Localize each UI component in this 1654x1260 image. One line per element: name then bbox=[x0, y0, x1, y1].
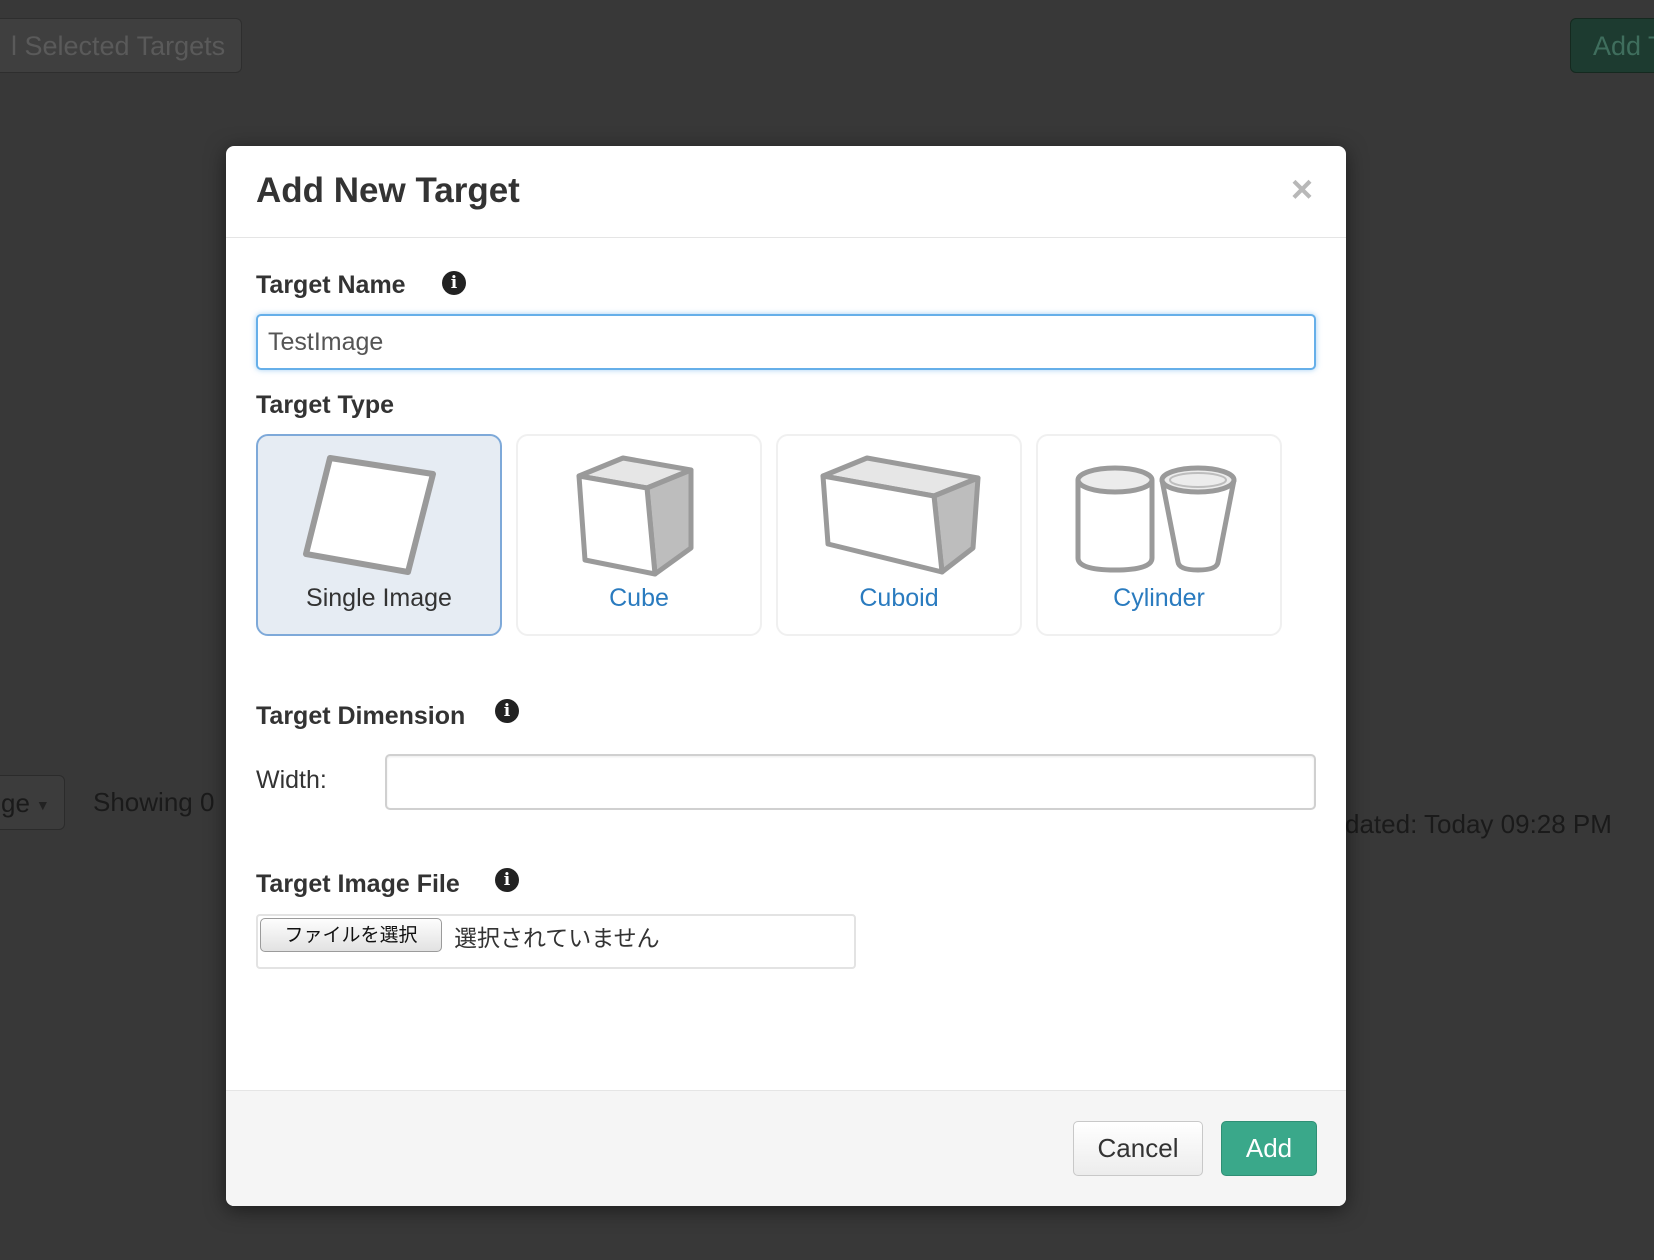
target-name-input[interactable] bbox=[256, 314, 1316, 370]
target-type-cylinder[interactable]: Cylinder bbox=[1036, 434, 1282, 636]
target-type-label-cylinder: Cylinder bbox=[1113, 584, 1205, 612]
target-image-file-info-icon[interactable]: i bbox=[495, 868, 519, 892]
file-chooser: ファイルを選択 選択されていません bbox=[256, 914, 856, 969]
modal-header: Add New Target × bbox=[226, 146, 1346, 238]
showing-count-text: Showing 0 bbox=[93, 787, 215, 817]
target-type-label-cuboid: Cuboid bbox=[859, 584, 939, 612]
delete-selected-targets-button: l Selected Targets bbox=[0, 18, 242, 73]
target-type-cube[interactable]: Cube bbox=[516, 434, 762, 636]
caret-down-icon: ▼ bbox=[35, 796, 50, 813]
target-image-file-label: Target Image File bbox=[256, 870, 460, 898]
target-type-label-cube: Cube bbox=[609, 584, 669, 612]
cancel-button[interactable]: Cancel bbox=[1073, 1121, 1203, 1176]
target-dimension-info-icon[interactable]: i bbox=[495, 699, 519, 723]
target-type-cuboid[interactable]: Cuboid bbox=[776, 434, 1022, 636]
target-name-label: Target Name bbox=[256, 271, 406, 299]
target-name-info-icon[interactable]: i bbox=[442, 271, 466, 295]
modal-footer: Cancel Add bbox=[226, 1090, 1346, 1206]
target-type-label: Target Type bbox=[256, 391, 394, 419]
modal-title: Add New Target bbox=[256, 171, 520, 210]
last-updated-text: dated: Today 09:28 PM bbox=[1345, 809, 1612, 839]
close-icon[interactable]: × bbox=[1284, 171, 1320, 209]
target-type-single-image[interactable]: Single Image bbox=[256, 434, 502, 636]
type-filter-label: ge bbox=[1, 788, 30, 818]
target-dimension-label: Target Dimension bbox=[256, 702, 466, 730]
width-input[interactable] bbox=[385, 754, 1316, 810]
type-filter-dropdown: ge ▼ bbox=[0, 775, 65, 830]
choose-file-button[interactable]: ファイルを選択 bbox=[260, 918, 442, 952]
file-status-text: 選択されていません bbox=[454, 926, 660, 952]
add-target-button: Add T bbox=[1570, 18, 1654, 73]
target-type-label-single-image: Single Image bbox=[306, 584, 452, 612]
add-new-target-dialog: Add New Target × Target Name i Target Ty… bbox=[226, 146, 1346, 1206]
add-button[interactable]: Add bbox=[1221, 1121, 1317, 1176]
width-label: Width: bbox=[256, 766, 327, 794]
